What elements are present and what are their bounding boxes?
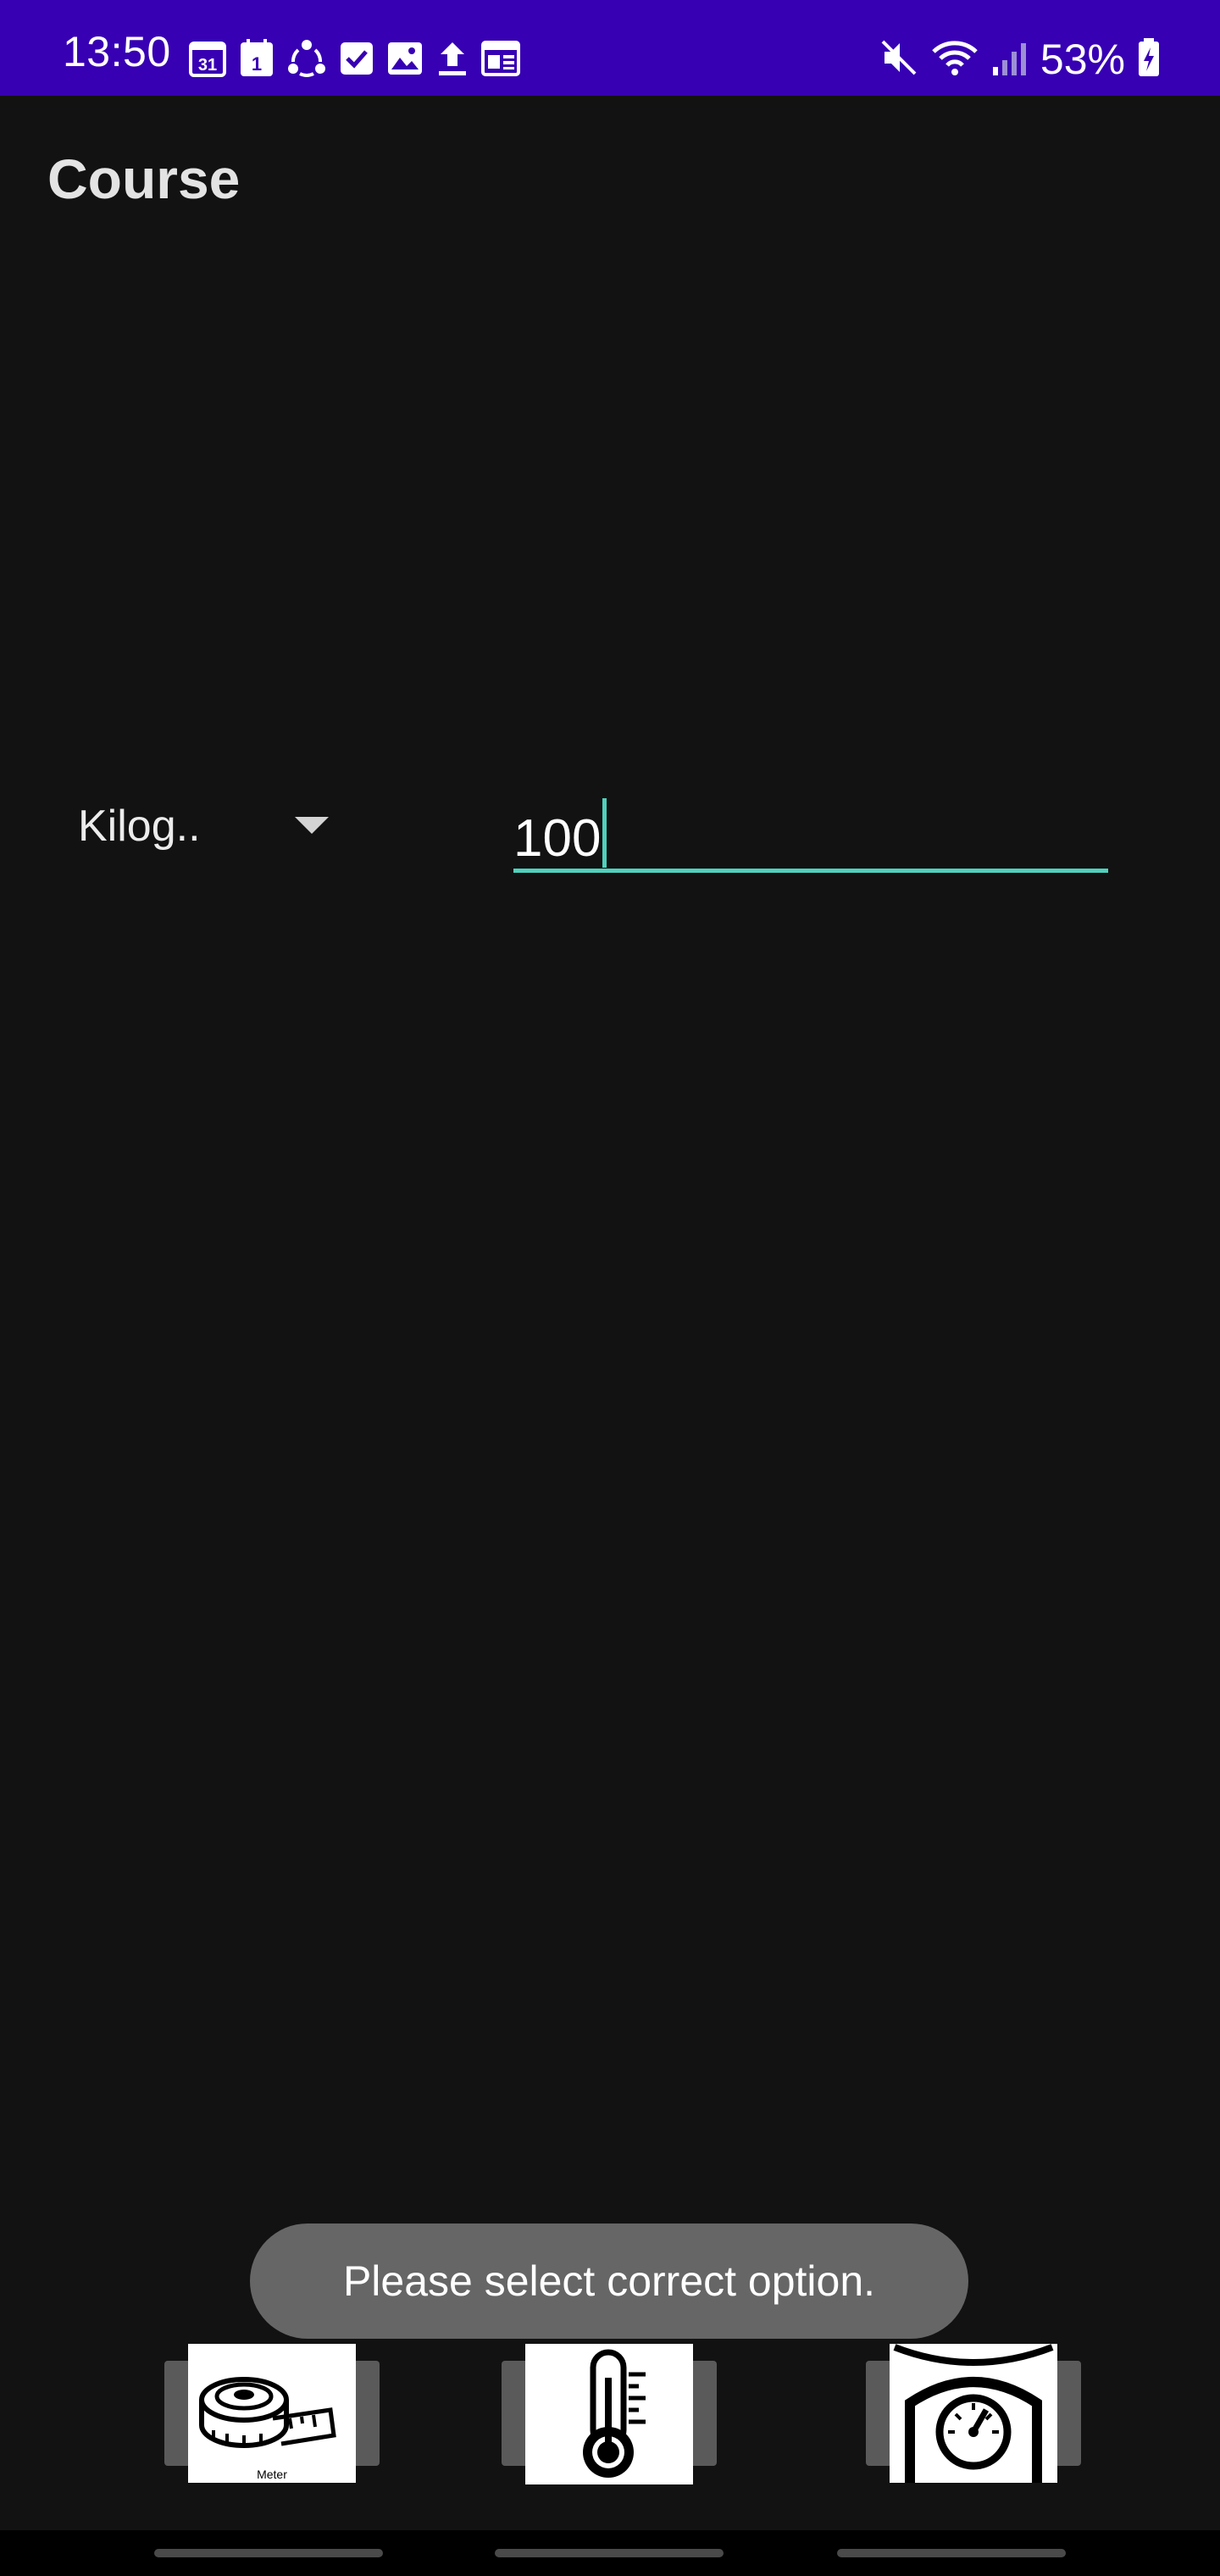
nav-home-handle[interactable] <box>495 2549 724 2557</box>
sync-icon <box>286 38 327 79</box>
calendar-icon: 31 <box>188 38 227 79</box>
text-cursor <box>602 798 607 868</box>
amount-input[interactable]: 100 <box>513 798 607 868</box>
page-title: Course <box>47 147 241 210</box>
calendar-day-text: 31 <box>198 56 217 75</box>
amount-field[interactable]: 100 <box>513 780 1108 873</box>
mute-icon <box>879 38 918 81</box>
news-icon <box>481 41 520 76</box>
nav-recents-handle[interactable] <box>154 2549 383 2557</box>
toast-text: Please select correct option. <box>342 2257 876 2305</box>
toast-message: Please select correct option. <box>250 2223 968 2339</box>
notification-day-text: 1 <box>252 53 262 75</box>
unit-spinner[interactable]: Kilog.. <box>59 780 339 873</box>
dropdown-arrow-icon <box>295 817 329 834</box>
wifi-icon <box>930 38 979 81</box>
battery-icon <box>1137 37 1161 82</box>
calendar-day-icon: 1 <box>239 38 274 79</box>
navigation-bar <box>0 2530 1220 2576</box>
amount-value: 100 <box>513 809 602 868</box>
length-button-caption: Meter <box>257 2468 287 2481</box>
system-icons: 53% <box>879 34 1161 85</box>
gallery-icon <box>386 41 424 76</box>
temperature-button[interactable] <box>525 2344 693 2484</box>
nav-back-handle[interactable] <box>837 2549 1066 2557</box>
status-bar: 13:50 31 1 53% <box>0 0 1220 96</box>
length-button[interactable]: Meter <box>188 2344 356 2483</box>
unit-selected-label: Kilog.. <box>78 802 201 851</box>
thermometer-icon <box>583 2349 646 2478</box>
tape-measure-icon <box>199 2377 336 2448</box>
kitchen-scale-icon <box>893 2344 1054 2483</box>
weight-button[interactable] <box>890 2344 1057 2483</box>
tasks-icon <box>339 41 374 76</box>
signal-icon <box>991 38 1029 81</box>
status-time: 13:50 <box>63 28 171 75</box>
upload-icon <box>435 39 469 78</box>
amount-underline <box>513 869 1108 873</box>
battery-level: 53% <box>1040 36 1125 83</box>
notification-icons: 31 1 <box>188 37 520 80</box>
